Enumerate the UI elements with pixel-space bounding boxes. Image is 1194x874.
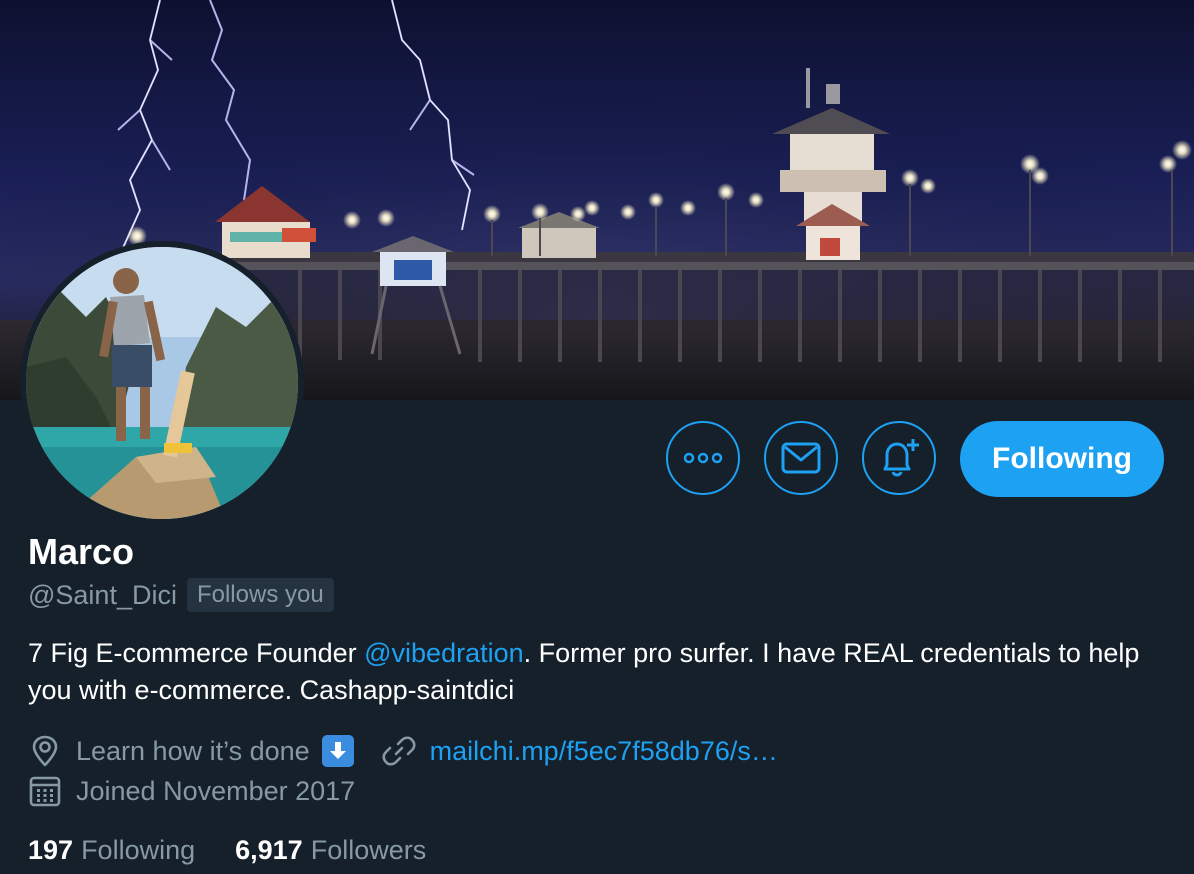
- following-button[interactable]: Following: [960, 421, 1164, 497]
- following-label: Following: [81, 834, 196, 865]
- joined-item: Joined November 2017: [28, 774, 355, 808]
- follows-you-badge: Follows you: [186, 578, 334, 612]
- avatar-photo: [26, 247, 298, 519]
- profile-avatar[interactable]: [20, 241, 304, 525]
- handle-row: @Saint_Dici Follows you: [28, 577, 334, 613]
- location-text: Learn how it’s done: [76, 735, 310, 766]
- joined-date-text: Joined November 2017: [76, 775, 356, 806]
- website-item: mailchi.mp/f5ec7f58db76/s…: [382, 734, 778, 768]
- notifications-button[interactable]: [862, 421, 936, 495]
- down-arrow-emoji-icon: [321, 735, 354, 767]
- more-options-button[interactable]: [666, 421, 740, 495]
- following-count: 197: [28, 834, 74, 865]
- profile-joined-row: Joined November 2017: [28, 773, 355, 809]
- follow-stats: 197 Following 6,917 Followers: [28, 831, 426, 869]
- profile-meta-row: Learn how it’s done mailchi.mp/f5ec7f58d…: [28, 733, 778, 769]
- bio-text-start: 7 Fig E-commerce Founder: [28, 638, 365, 668]
- website-link[interactable]: mailchi.mp/f5ec7f58db76/s…: [430, 736, 778, 767]
- followers-label: Followers: [310, 834, 427, 865]
- profile-handle: @Saint_Dici: [28, 579, 177, 610]
- bell-plus-icon: [883, 439, 919, 477]
- profile-bio: 7 Fig E-commerce Founder @vibedration. F…: [28, 635, 1168, 709]
- profile-page: Following Marco @Saint_Dici Follows you …: [0, 0, 1194, 874]
- link-icon: [382, 736, 416, 766]
- following-count-link[interactable]: 197 Following: [28, 835, 195, 866]
- bio-mention-link[interactable]: @vibedration: [364, 638, 524, 668]
- more-dots-icon: [683, 452, 723, 464]
- followers-count-link[interactable]: 6,917 Followers: [235, 835, 426, 866]
- followers-count: 6,917: [235, 834, 303, 865]
- calendar-icon: [29, 776, 61, 807]
- message-button[interactable]: [764, 421, 838, 495]
- location-item: Learn how it’s done: [28, 734, 354, 768]
- envelope-icon: [781, 442, 821, 474]
- profile-display-name: Marco: [28, 531, 135, 572]
- location-pin-icon: [32, 735, 58, 767]
